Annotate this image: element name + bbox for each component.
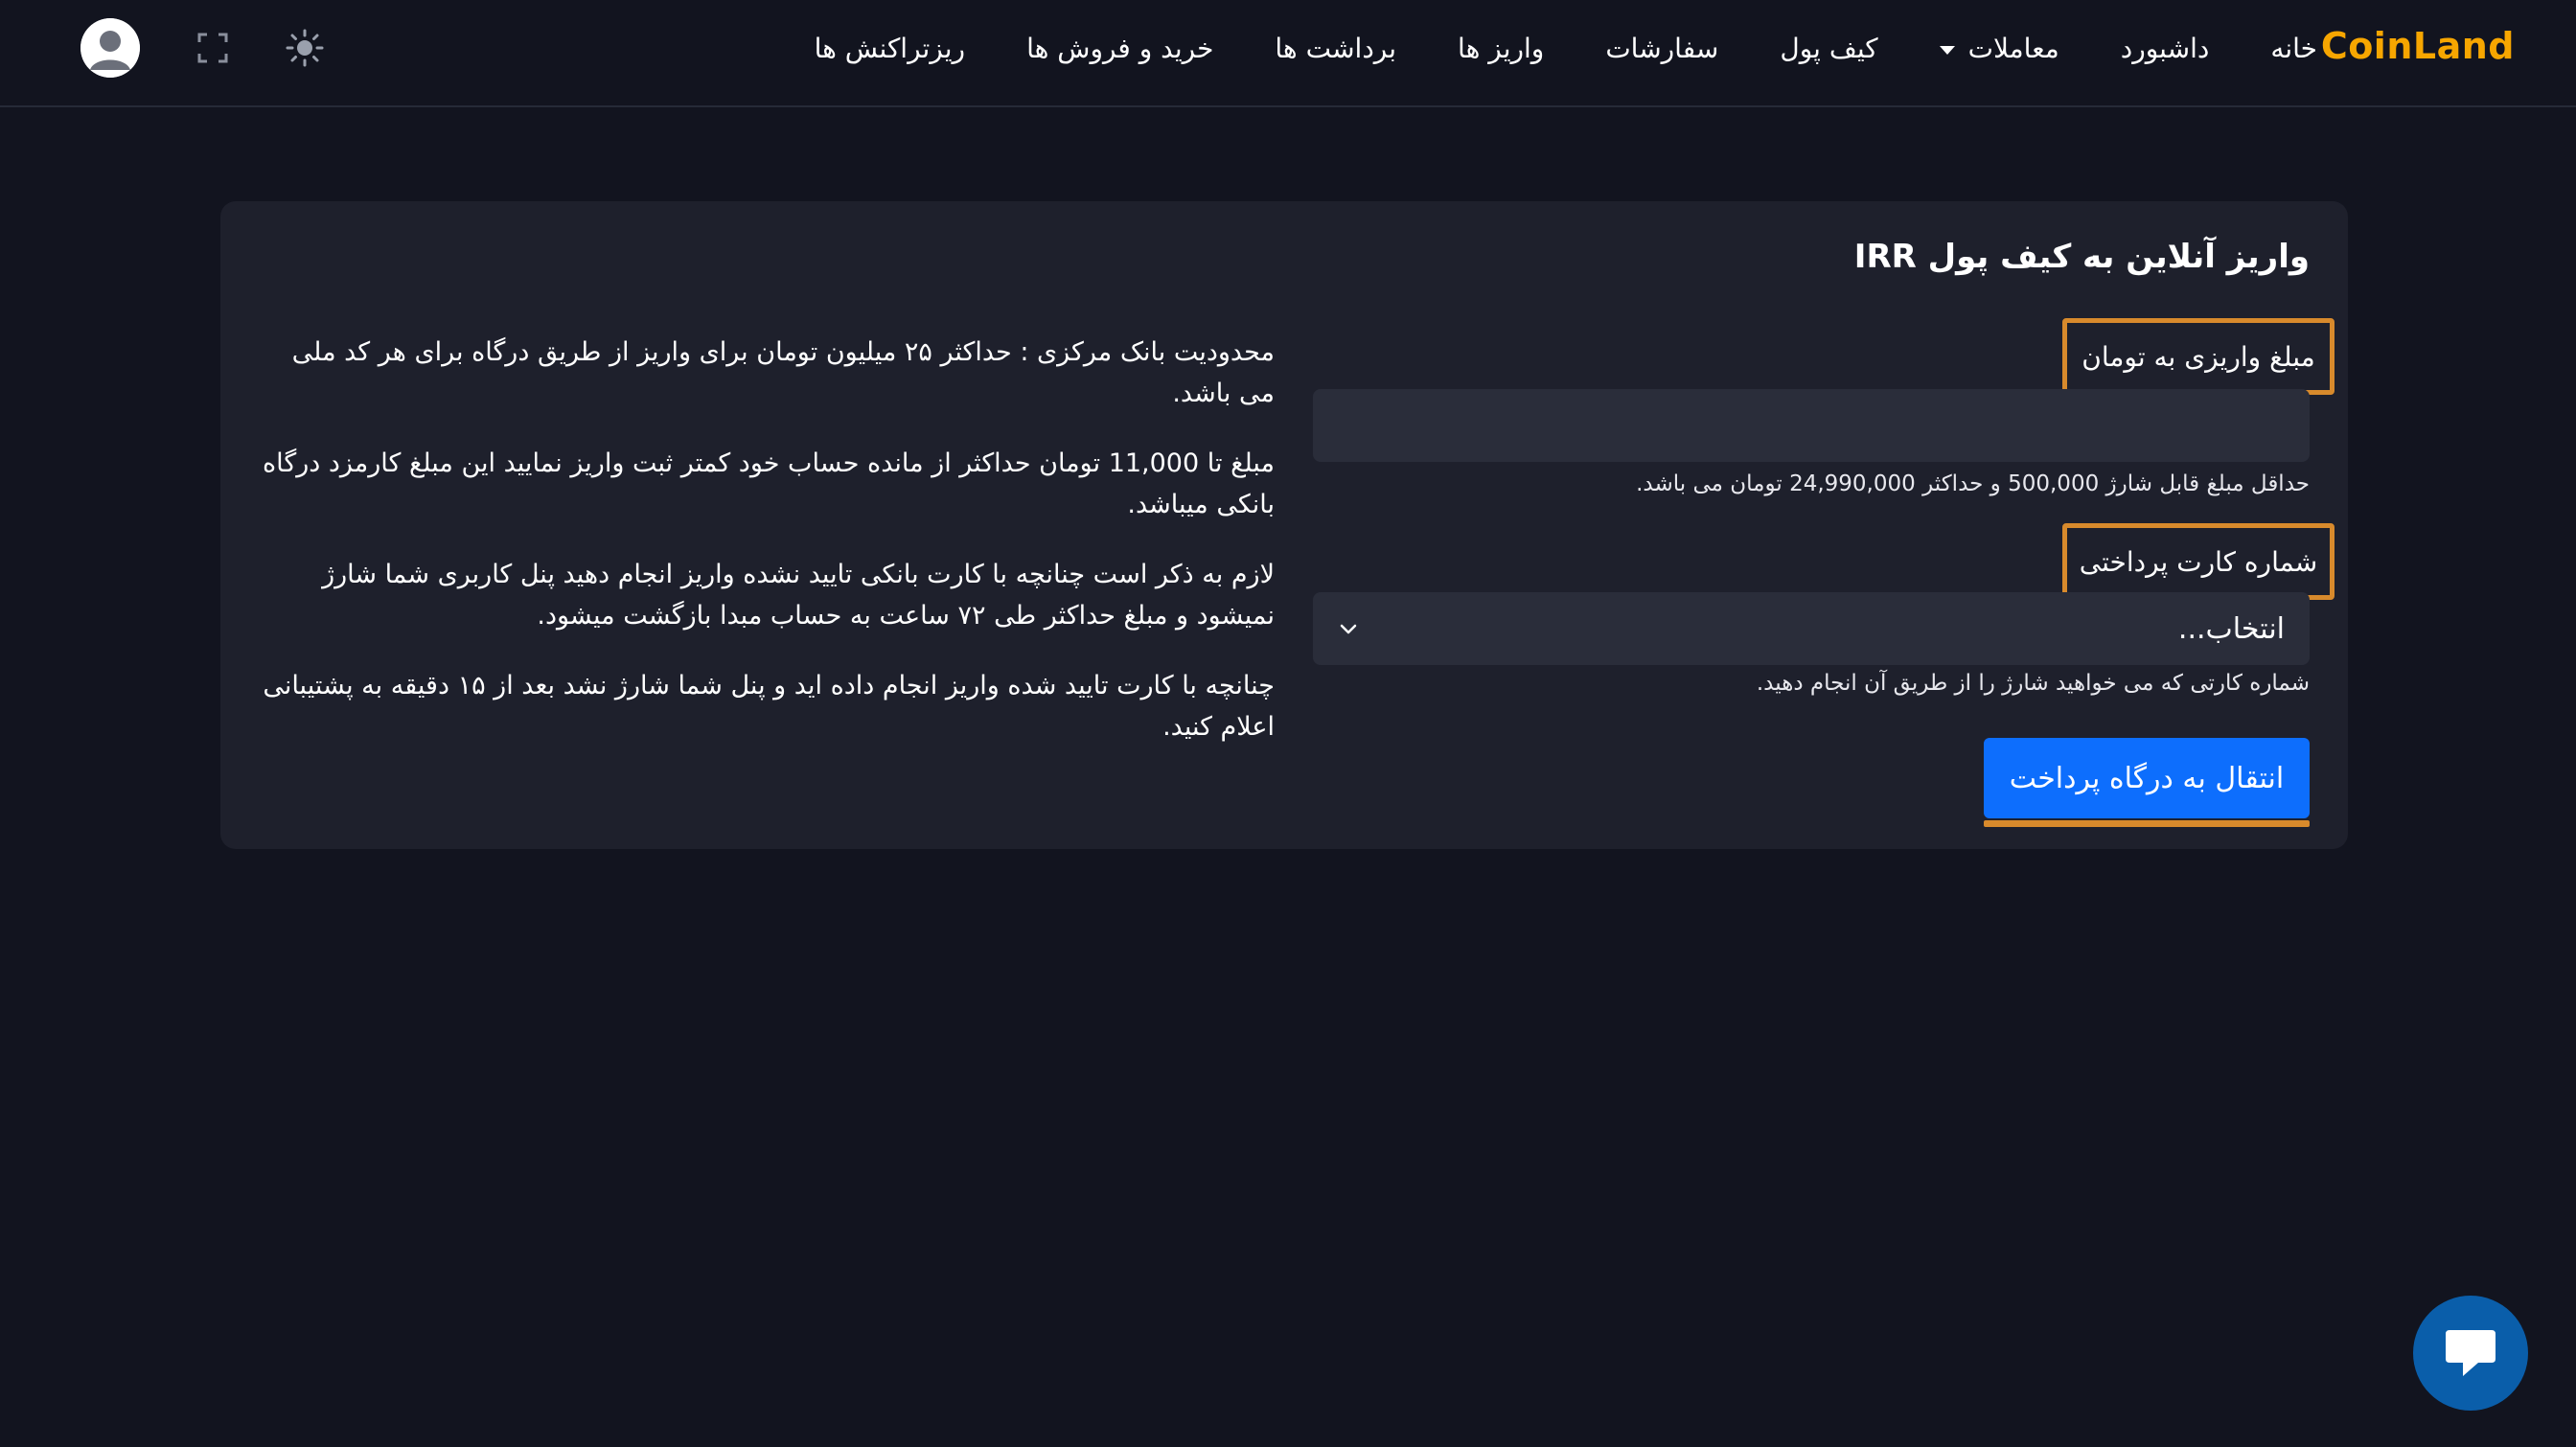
amount-hint: حداقل مبلغ قابل شارژ 500,000 و حداکثر 24… xyxy=(1636,471,2310,496)
note-item: محدودیت بانک مرکزی : حداکثر ۲۵ میلیون تو… xyxy=(291,337,1275,408)
go-to-payment-gateway-button[interactable]: انتقال به درگاه پرداخت xyxy=(1984,738,2310,818)
nav-item-label: خانه xyxy=(2270,32,2317,64)
nav-item-buy-sell[interactable]: خرید و فروش ها xyxy=(1026,33,1213,64)
nav-item-label: ریزتراکنش ها xyxy=(814,32,966,64)
support-chat-button[interactable] xyxy=(2413,1296,2528,1411)
card-number-select[interactable]: انتخاب... xyxy=(1313,592,2310,665)
note-item: چنانچه با کارت تایید شده واریز انجام داد… xyxy=(263,671,1275,742)
nav-item-withdrawals[interactable]: برداشت ها xyxy=(1275,33,1396,64)
card-select-value: انتخاب... xyxy=(2177,611,2285,646)
nav-item-home[interactable]: خانه xyxy=(2270,33,2317,64)
fullscreen-icon[interactable] xyxy=(192,27,234,69)
nav-item-deposits[interactable]: واریز ها xyxy=(1458,33,1544,64)
nav-tools xyxy=(80,17,326,79)
chat-bubble-icon xyxy=(2446,1330,2496,1376)
nav-menu: خانه داشبورد معاملات کیف پول سفارشات وار… xyxy=(815,0,2317,96)
user-icon xyxy=(80,18,140,78)
nav-item-dashboard[interactable]: داشبورد xyxy=(2121,33,2210,64)
note-item: مبلغ تا 11,000 تومان حداکثر از مانده حسا… xyxy=(263,448,1275,519)
nav-item-label: کیف پول xyxy=(1780,32,1878,64)
user-avatar[interactable] xyxy=(80,18,140,78)
brand-logo[interactable]: CoinLand xyxy=(2321,25,2515,67)
nav-item-label: داشبورد xyxy=(2120,32,2210,64)
deposit-card: واریز آنلاین به کیف پول IRR مبلغ واریزی … xyxy=(220,201,2348,849)
amount-label: مبلغ واریزی به تومان xyxy=(2062,318,2334,395)
nav-item-label: سفارشات xyxy=(1605,32,1719,64)
nav-item-label: واریز ها xyxy=(1458,32,1545,64)
button-highlight-underline xyxy=(1984,820,2310,827)
nav-item-label: برداشت ها xyxy=(1275,32,1397,64)
nav-item-transactions[interactable]: ریزتراکنش ها xyxy=(815,33,965,64)
deposit-notes: محدودیت بانک مرکزی : حداکثر ۲۵ میلیون تو… xyxy=(259,332,1275,776)
top-navbar: CoinLand خانه داشبورد معاملات کیف پول سف… xyxy=(0,0,2576,107)
sun-icon[interactable] xyxy=(284,27,326,69)
note-item: لازم به ذکر است چنانچه با کارت بانکی تای… xyxy=(322,560,1275,631)
nav-item-label: معاملات xyxy=(1967,32,2059,64)
nav-item-wallet[interactable]: کیف پول xyxy=(1780,33,1877,64)
card-hint: شماره کارتی که می خواهید شارژ را از طریق… xyxy=(1756,671,2310,696)
amount-input[interactable] xyxy=(1313,389,2310,462)
nav-item-label: خرید و فروش ها xyxy=(1026,32,1214,64)
page-title: واریز آنلاین به کیف پول IRR xyxy=(1853,238,2310,276)
card-number-label: شماره کارت پرداختی xyxy=(2062,523,2334,600)
caret-down-icon xyxy=(1939,45,1955,55)
nav-item-orders[interactable]: سفارشات xyxy=(1605,33,1718,64)
chevron-down-icon xyxy=(1340,624,1357,634)
nav-item-trades[interactable]: معاملات xyxy=(1939,32,2059,64)
